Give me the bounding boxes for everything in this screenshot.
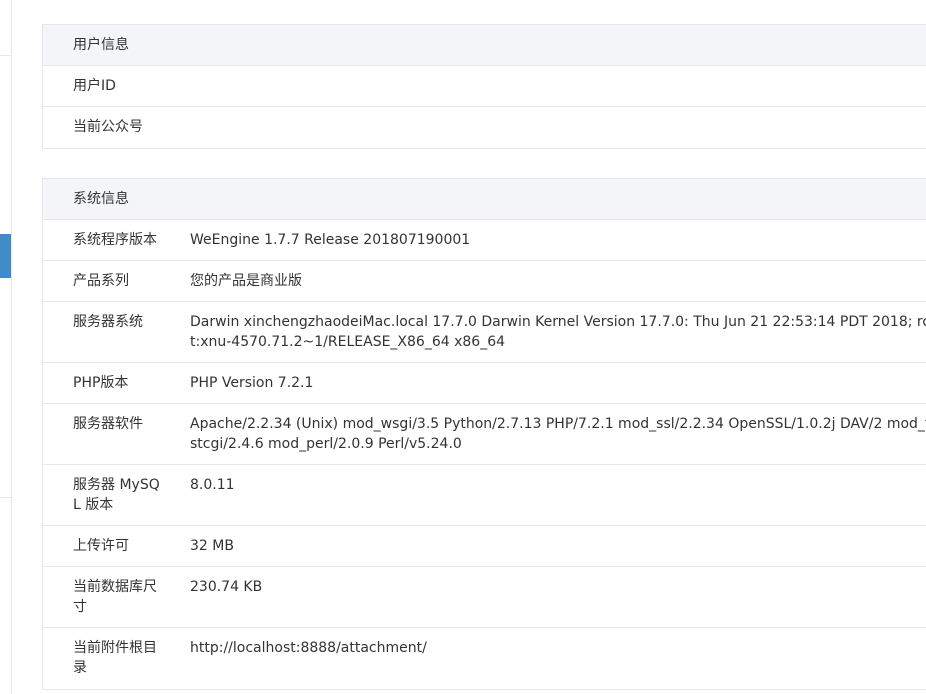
info-label: 服务器 MySQL 版本 (73, 477, 160, 513)
info-row: 用户ID (43, 66, 926, 107)
info-value: Apache/2.2.34 (Unix) mod_wsgi/3.5 Python… (190, 416, 926, 452)
info-row: 上传许可 32 MB (43, 526, 926, 567)
info-value: Darwin xinchengzhaodeiMac.local 17.7.0 D… (190, 314, 926, 350)
info-value: PHP Version 7.2.1 (190, 375, 314, 391)
info-row: 当前数据库尺寸 230.74 KB (43, 567, 926, 628)
info-value: http://localhost:8888/attachment/ (190, 640, 427, 656)
info-row: 产品系列 您的产品是商业版 (43, 261, 926, 302)
info-label: PHP版本 (73, 375, 129, 391)
info-label: 产品系列 (73, 273, 129, 289)
info-value: 32 MB (190, 538, 234, 554)
sidebar-active-indicator[interactable] (0, 234, 11, 278)
info-label: 当前附件根目录 (73, 640, 157, 676)
info-label: 当前公众号 (73, 119, 143, 135)
info-label: 系统程序版本 (73, 232, 157, 248)
sidebar-divider (0, 497, 11, 498)
info-row: 当前附件根目录 http://localhost:8888/attachment… (43, 628, 926, 689)
info-label: 当前数据库尺寸 (73, 579, 157, 615)
info-row: 服务器 MySQL 版本 8.0.11 (43, 465, 926, 526)
info-row: 系统程序版本 WeEngine 1.7.7 Release 2018071900… (43, 220, 926, 261)
info-label: 服务器系统 (73, 314, 143, 330)
info-value (161, 66, 926, 106)
info-label: 服务器软件 (73, 416, 143, 432)
info-value: 8.0.11 (190, 477, 235, 493)
info-value: 您的产品是商业版 (190, 273, 302, 289)
info-row: PHP版本 PHP Version 7.2.1 (43, 363, 926, 404)
info-label: 上传许可 (73, 538, 129, 554)
info-value (161, 107, 926, 148)
user-info-panel: 用户信息 用户ID 当前公众号 (42, 24, 926, 149)
info-label: 用户ID (73, 78, 116, 94)
info-row: 服务器软件 Apache/2.2.34 (Unix) mod_wsgi/3.5 … (43, 404, 926, 465)
info-row: 服务器系统 Darwin xinchengzhaodeiMac.local 17… (43, 302, 926, 363)
panel-title: 系统信息 (43, 179, 926, 220)
sidebar-divider (0, 55, 11, 56)
info-row: 当前公众号 (43, 107, 926, 148)
info-value: 230.74 KB (190, 579, 263, 595)
info-value: WeEngine 1.7.7 Release 201807190001 (190, 232, 471, 248)
sidebar-edge (0, 0, 12, 694)
system-info-panel: 系统信息 系统程序版本 WeEngine 1.7.7 Release 20180… (42, 178, 926, 690)
panel-title: 用户信息 (43, 25, 926, 66)
